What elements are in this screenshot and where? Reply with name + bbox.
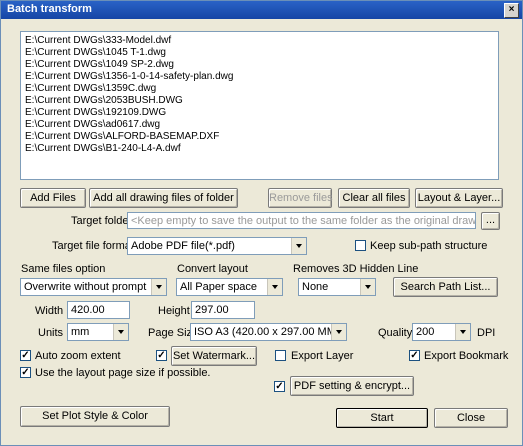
close-icon[interactable]: × [504, 3, 519, 18]
chevron-down-icon[interactable] [331, 324, 346, 340]
list-item[interactable]: E:\Current DWGs\1359C.dwg [25, 83, 156, 94]
hidden-line-label: Removes 3D Hidden Line [293, 263, 419, 275]
close-button[interactable]: Close [434, 408, 508, 428]
units-value: mm [71, 326, 90, 338]
list-item[interactable]: E:\Current DWGs\333-Model.dwf [25, 35, 171, 46]
chevron-down-icon[interactable] [113, 324, 128, 340]
use-layout-page-checkbox[interactable]: ✓ [20, 367, 31, 378]
list-item[interactable]: E:\Current DWGs\ad0617.dwg [25, 119, 160, 130]
same-files-select[interactable]: Overwrite without prompt [20, 278, 167, 296]
watermark-checkbox[interactable]: ✓ [156, 350, 167, 361]
export-layer-label: Export Layer [291, 350, 354, 362]
chevron-down-icon[interactable] [455, 324, 470, 340]
remove-files-button[interactable]: Remove files [268, 188, 333, 208]
auto-zoom-checkbox[interactable]: ✓ [20, 350, 31, 361]
target-format-value: Adobe PDF file(*.pdf) [131, 240, 235, 252]
width-input[interactable]: 420.00 [67, 301, 130, 319]
auto-zoom-label: Auto zoom extent [35, 350, 121, 362]
list-item[interactable]: E:\Current DWGs\1045 T-1.dwg [25, 47, 166, 58]
same-files-label: Same files option [21, 263, 106, 275]
list-item[interactable]: E:\Current DWGs\192109.DWG [25, 107, 166, 118]
list-item[interactable]: E:\Current DWGs\1049 SP-2.dwg [25, 59, 174, 70]
export-bookmark-checkbox[interactable]: ✓ [409, 350, 420, 361]
target-folder-label: Target folder [71, 215, 133, 227]
start-button[interactable]: Start [336, 408, 428, 428]
chevron-down-icon[interactable] [151, 279, 166, 295]
hidden-line-value: None [302, 281, 329, 293]
title-bar: Batch transform × [1, 1, 522, 19]
chevron-down-icon[interactable] [291, 238, 306, 254]
height-input[interactable]: 297.00 [191, 301, 255, 319]
target-folder-input[interactable]: <Keep empty to save the output to the sa… [127, 212, 476, 229]
window-title: Batch transform [7, 3, 92, 15]
width-label: Width [35, 305, 64, 317]
list-item[interactable]: E:\Current DWGs\1356-1-0-14-safety-plan.… [25, 71, 233, 82]
units-label: Units [38, 327, 64, 339]
convert-layout-value: All Paper space [180, 281, 258, 293]
units-select[interactable]: mm [67, 323, 129, 341]
chevron-down-icon[interactable] [267, 279, 282, 295]
file-list[interactable]: E:\Current DWGs\333-Model.dwf E:\Current… [20, 31, 499, 180]
convert-layout-label: Convert layout [177, 263, 248, 275]
export-bookmark-label: Export Bookmark [424, 350, 509, 362]
batch-transform-window: Batch transform × E:\Current DWGs\333-Mo… [0, 0, 523, 446]
page-size-select[interactable]: ISO A3 (420.00 x 297.00 MM) [190, 323, 347, 341]
chevron-down-icon[interactable] [360, 279, 375, 295]
target-format-label: Target file format [52, 240, 134, 252]
list-item[interactable]: E:\Current DWGs\B1-240-L4-A.dwf [25, 143, 181, 154]
dpi-label: DPI [477, 327, 496, 339]
keep-subpath-label: Keep sub-path structure [370, 240, 488, 252]
target-format-select[interactable]: Adobe PDF file(*.pdf) [127, 237, 307, 255]
quality-value: 200 [416, 326, 435, 338]
same-files-value: Overwrite without prompt [24, 281, 147, 293]
keep-subpath-checkbox[interactable] [355, 240, 366, 251]
plot-style-button[interactable]: Set Plot Style & Color [20, 406, 170, 427]
export-layer-checkbox[interactable] [275, 350, 286, 361]
list-item[interactable]: E:\Current DWGs\ALFORD-BASEMAP.DXF [25, 131, 219, 142]
quality-label: Quality [378, 327, 413, 339]
layout-layer-button[interactable]: Layout & Layer... [415, 188, 503, 208]
page-size-value: ISO A3 (420.00 x 297.00 MM) [194, 326, 340, 338]
list-item[interactable]: E:\Current DWGs\2053BUSH.DWG [25, 95, 183, 106]
height-label: Height [158, 305, 190, 317]
use-layout-page-label: Use the layout page size if possible. [35, 367, 211, 379]
hidden-line-select[interactable]: None [298, 278, 376, 296]
clear-all-button[interactable]: Clear all files [338, 188, 410, 208]
search-path-button[interactable]: Search Path List... [393, 277, 498, 297]
add-folder-button[interactable]: Add all drawing files of folder [89, 188, 238, 208]
convert-layout-select[interactable]: All Paper space [176, 278, 283, 296]
pdf-setting-checkbox[interactable]: ✓ [274, 381, 285, 392]
add-files-button[interactable]: Add Files [20, 188, 86, 208]
pdf-setting-button[interactable]: PDF setting & encrypt... [290, 376, 414, 396]
set-watermark-button[interactable]: Set Watermark... [171, 346, 257, 366]
browse-folder-button[interactable]: ... [481, 212, 500, 230]
quality-select[interactable]: 200 [412, 323, 471, 341]
